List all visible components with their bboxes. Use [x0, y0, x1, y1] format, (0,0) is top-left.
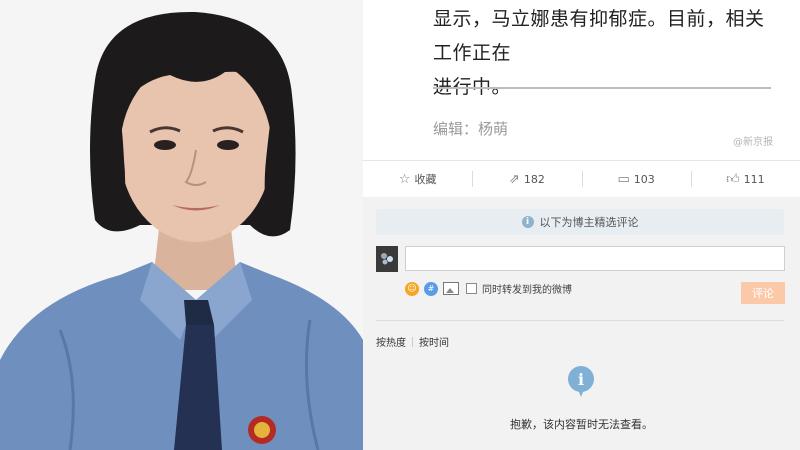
comment-count: 103	[633, 172, 655, 186]
repost-checkbox[interactable]	[466, 283, 477, 294]
like-button[interactable]: 👍︎ 111	[690, 161, 800, 197]
weibo-post-panel: 显示，马立娜患有抑郁症。目前，相关工作正在 进行中。 编辑：杨萌 @新京报 ☆ …	[363, 0, 800, 450]
favorite-button[interactable]: ☆ 收藏	[363, 161, 472, 197]
watermark: @新京报	[733, 137, 773, 148]
comment-input[interactable]	[405, 246, 785, 271]
info-glyph: i	[577, 369, 585, 389]
star-icon: ☆	[398, 171, 411, 187]
sort-separator	[412, 336, 413, 347]
image-icon[interactable]	[443, 282, 459, 295]
comment-toolbar: ☺ # 同时转发到我的微博	[405, 281, 572, 296]
portrait-photo	[0, 0, 363, 450]
editor-credit: 编辑：杨萌	[433, 120, 509, 138]
article-line: 显示，马立娜患有抑郁症。目前，相关工作正在	[433, 8, 765, 64]
repost-button[interactable]: ⇗ 182	[472, 161, 581, 197]
article-divider	[433, 87, 771, 89]
sort-by-time-tab[interactable]: 按时间	[419, 334, 449, 349]
emoji-icon[interactable]: ☺	[405, 281, 419, 296]
featured-comments-notice: i 以下为博主精选评论	[376, 209, 784, 235]
sort-tabs: 按热度 按时间	[376, 334, 449, 349]
info-icon: i	[521, 216, 534, 228]
empty-state-message: 抱歉，该内容暂时无法查看。	[510, 418, 653, 431]
repost-checkbox-label: 同时转发到我的微博	[482, 285, 572, 296]
submit-comment-button[interactable]: 评论	[741, 282, 785, 304]
divider	[376, 320, 784, 321]
article-body: 显示，马立娜患有抑郁症。目前，相关工作正在 进行中。 编辑：杨萌 @新京报	[363, 0, 800, 160]
topic-icon[interactable]: #	[424, 281, 438, 296]
action-bar: ☆ 收藏 ⇗ 182 ▭ 103 👍︎ 111	[363, 160, 800, 198]
avatar	[376, 246, 398, 272]
favorite-label: 收藏	[414, 173, 437, 186]
sort-by-hot-tab[interactable]: 按热度	[376, 334, 406, 349]
like-count: 111	[743, 172, 765, 186]
thumbs-up-icon: 👍︎	[726, 171, 740, 187]
comment-icon: ▭	[617, 171, 630, 187]
notice-text: 以下为博主精选评论	[539, 216, 639, 229]
comment-section: i 以下为博主精选评论 ☺ # 同时转发到我的微博 评论 按热度 按时间 i 抱…	[363, 197, 800, 450]
share-icon: ⇗	[508, 171, 520, 187]
repost-count: 182	[523, 172, 545, 186]
comment-button[interactable]: ▭ 103	[581, 161, 691, 197]
